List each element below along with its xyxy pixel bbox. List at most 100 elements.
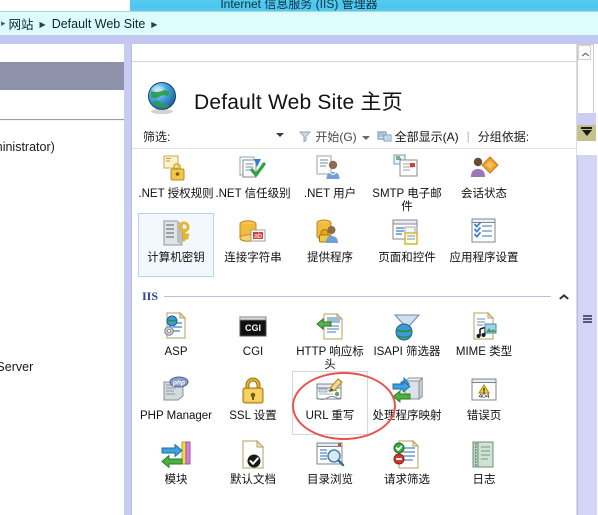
feature-item-url-rewrite[interactable]: URL 重写 bbox=[292, 371, 368, 435]
connections-pane-body bbox=[0, 394, 131, 515]
window-accent-strip bbox=[0, 35, 598, 44]
group-header-iis[interactable]: IIS bbox=[142, 287, 570, 305]
chevron-down-icon-2[interactable] bbox=[361, 136, 370, 140]
window-titlebar: Internet 信息服务 (IIS) 管理器 bbox=[0, 0, 598, 11]
feature-item-session-state[interactable]: 会话状态 bbox=[446, 149, 522, 213]
connection-strings-icon: ab bbox=[237, 217, 269, 249]
default-document-icon bbox=[237, 439, 269, 471]
session-state-icon bbox=[468, 153, 500, 185]
page-title: Default Web Site 主页 bbox=[194, 91, 403, 114]
feature-label: 提供程序 bbox=[307, 252, 353, 264]
breadcrumb-separator-icon-2[interactable]: ▶ bbox=[151, 20, 157, 29]
ssl-settings-icon bbox=[237, 375, 269, 407]
breadcrumb-item-default-web-site[interactable]: Default Web Site bbox=[49, 17, 149, 31]
outer-scroll-down-button[interactable] bbox=[577, 125, 596, 141]
modules-icon bbox=[160, 439, 192, 471]
filter-go-button[interactable]: 开始(G) bbox=[298, 128, 370, 145]
feature-item-asp[interactable]: ASP bbox=[138, 307, 214, 371]
show-all-label: 全部显示(A) bbox=[394, 129, 459, 144]
feature-item-net-authorization[interactable]: .NET 授权规则 bbox=[138, 149, 214, 213]
breadcrumb-separator-icon[interactable]: ▶ bbox=[40, 20, 46, 29]
url-rewrite-icon bbox=[314, 375, 346, 407]
scroll-up-button[interactable] bbox=[578, 45, 591, 60]
show-all-icon bbox=[377, 129, 392, 143]
page-header: Default Web Site 主页 bbox=[132, 66, 576, 122]
scroll-bar-glyph bbox=[581, 127, 592, 129]
feature-item-ssl-settings[interactable]: SSL 设置 bbox=[215, 371, 291, 435]
feature-label: ASP bbox=[164, 346, 188, 358]
feature-item-request-filtering[interactable]: 请求筛选 bbox=[369, 435, 445, 499]
net-trust-levels-icon bbox=[237, 153, 269, 185]
svg-text:ab: ab bbox=[254, 233, 262, 240]
scrollbar-grip-icon bbox=[583, 315, 592, 323]
net-authorization-icon bbox=[160, 153, 192, 185]
content-top-divider bbox=[132, 61, 576, 62]
feature-item-isapi-filters[interactable]: ISAPI 筛选器 bbox=[369, 307, 445, 371]
directory-browsing-icon bbox=[314, 439, 346, 471]
feature-item-application-settings[interactable]: 应用程序设置 bbox=[446, 213, 522, 277]
smtp-email-icon bbox=[391, 153, 423, 185]
feature-item-net-trust-levels[interactable]: .NET 信任级别 bbox=[215, 149, 291, 213]
mime-types-icon bbox=[468, 311, 500, 343]
feature-item-logging[interactable]: 日志 bbox=[446, 435, 522, 499]
feature-item-machine-key[interactable]: 计算机密钥 bbox=[138, 213, 214, 277]
tree-node-server[interactable]: e Server bbox=[0, 360, 33, 374]
feature-item-smtp-email[interactable]: SMTP 电子邮件 bbox=[369, 149, 445, 213]
feature-item-connection-strings[interactable]: ab 连接字符串 bbox=[215, 213, 291, 277]
triangle-down-icon bbox=[582, 130, 592, 136]
chevron-down-icon[interactable] bbox=[276, 132, 285, 137]
feature-item-pages-and-controls[interactable]: 页面和控件 bbox=[369, 213, 445, 277]
php-manager-icon: php bbox=[160, 375, 192, 407]
pages-and-controls-icon bbox=[391, 217, 423, 249]
feature-label: 错误页 bbox=[466, 410, 502, 422]
outer-scrollbar-gap bbox=[577, 141, 596, 155]
funnel-icon bbox=[298, 129, 312, 143]
feature-label: PHP Manager bbox=[139, 410, 213, 422]
features-view-pane: Default Web Site 主页 筛选: 开始(G) 全部显示(A) | … bbox=[132, 44, 576, 515]
svg-text:CGI: CGI bbox=[245, 323, 261, 333]
iis-feature-grid: ASP CGI CGI HTTP 响应标头 ISAPI 筛选器 MIME 类型 … bbox=[138, 307, 570, 499]
feature-item-php-manager[interactable]: php PHP Manager bbox=[138, 371, 214, 435]
feature-label: 页面和控件 bbox=[378, 252, 436, 264]
filter-label: 筛选: bbox=[143, 129, 171, 144]
feature-item-mime-types[interactable]: MIME 类型 bbox=[446, 307, 522, 371]
group-by-label: 分组依据: bbox=[477, 129, 530, 144]
aspnet-feature-grid: .NET 授权规则 .NET 信任级别 .NET 用户 SMTP 电子邮件 会话… bbox=[138, 149, 570, 277]
feature-item-directory-browsing[interactable]: 目录浏览 bbox=[292, 435, 368, 499]
breadcrumb-item-sites[interactable]: 网站 bbox=[6, 14, 37, 33]
filter-input[interactable] bbox=[176, 128, 288, 145]
feature-item-handler-mappings[interactable]: 处理程序映射 bbox=[369, 371, 445, 435]
feature-label: 会话状态 bbox=[461, 188, 507, 200]
feature-label: 应用程序设置 bbox=[449, 252, 519, 264]
svg-text:404: 404 bbox=[479, 393, 490, 400]
feature-label: ISAPI 筛选器 bbox=[373, 346, 441, 358]
feature-label: SSL 设置 bbox=[229, 410, 277, 422]
connections-pane-header-band bbox=[0, 62, 131, 90]
connections-pane-divider-shadow bbox=[0, 120, 131, 121]
feature-item-providers[interactable]: 提供程序 bbox=[292, 213, 368, 277]
feature-item-error-pages[interactable]: 404 错误页 bbox=[446, 371, 522, 435]
outer-window-scrollbar[interactable] bbox=[577, 155, 597, 515]
feature-item-modules[interactable]: 模块 bbox=[138, 435, 214, 499]
chevron-up-icon bbox=[582, 52, 589, 56]
feature-label: .NET 信任级别 bbox=[215, 188, 291, 200]
feature-item-http-response-headers[interactable]: HTTP 响应标头 bbox=[292, 307, 368, 371]
machine-key-icon bbox=[160, 217, 192, 249]
feature-label: 计算机密钥 bbox=[147, 252, 205, 264]
feature-label: 处理程序映射 bbox=[372, 410, 442, 422]
feature-label: MIME 类型 bbox=[455, 346, 513, 358]
http-response-headers-icon bbox=[314, 311, 346, 343]
feature-label: 目录浏览 bbox=[307, 474, 353, 486]
chevron-up-icon[interactable] bbox=[559, 291, 570, 302]
globe-icon bbox=[145, 80, 181, 116]
pane-splitter[interactable] bbox=[124, 44, 131, 515]
feature-label: .NET 用户 bbox=[303, 188, 357, 200]
feature-item-net-users[interactable]: .NET 用户 bbox=[292, 149, 368, 213]
feature-item-default-document[interactable]: 默认文档 bbox=[215, 435, 291, 499]
feature-label: 模块 bbox=[164, 474, 188, 486]
tree-node-administrator[interactable]: Administrator) bbox=[0, 140, 55, 154]
feature-item-cgi[interactable]: CGI CGI bbox=[215, 307, 291, 371]
outer-scrollbar-track-top bbox=[577, 113, 596, 125]
show-all-button[interactable]: 全部显示(A) bbox=[377, 128, 459, 145]
breadcrumb[interactable]: ▸ 网站 ▶ Default Web Site ▶ bbox=[0, 11, 598, 36]
